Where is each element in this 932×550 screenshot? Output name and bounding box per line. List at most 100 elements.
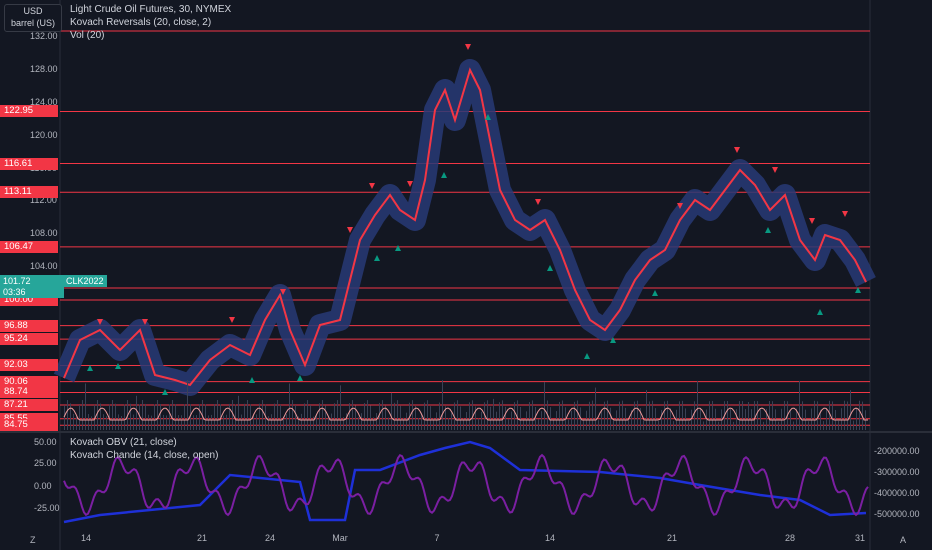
volume-bar [322, 400, 323, 430]
obv-axis-label: -500000.00 [874, 509, 920, 519]
volume-bar [379, 402, 380, 430]
chande-axis-label: 25.00 [34, 458, 57, 468]
volume-bar [679, 401, 680, 430]
currency-selector[interactable]: USD barrel (US) [4, 4, 62, 32]
volume-bar [325, 405, 326, 430]
volume-bar [100, 403, 101, 430]
volume-bar [733, 421, 734, 430]
volume-bar [619, 401, 620, 430]
volume-legend[interactable]: Vol (20) [70, 30, 104, 41]
volume-bar [505, 406, 506, 430]
price-chart[interactable] [0, 0, 932, 550]
volume-bar [628, 420, 629, 430]
volume-bar [604, 401, 605, 430]
volume-bar [595, 387, 596, 430]
volume-bar [511, 411, 512, 430]
volume-bar [772, 401, 773, 430]
time-tick-label: 7 [434, 533, 440, 543]
volume-bar [496, 411, 497, 430]
volume-bar [466, 412, 467, 430]
sell-marker [772, 167, 778, 173]
volume-bar [253, 415, 254, 430]
volume-bar [694, 401, 695, 430]
volume-bar [853, 420, 854, 430]
volume-bar [424, 402, 425, 430]
volume-bar [259, 403, 260, 430]
volume-bar [559, 401, 560, 430]
level-price-tag: 84.75 [0, 419, 58, 432]
volume-bar [310, 405, 311, 430]
volume-bar [811, 408, 812, 430]
level-price-tag: 87.21 [0, 399, 58, 412]
symbol-legend[interactable]: Light Crude Oil Futures, 30, NYMEX [70, 4, 231, 15]
obv-legend[interactable]: Kovach OBV (21, close) [70, 437, 177, 448]
volume-bar [715, 408, 716, 430]
volume-bar [64, 405, 65, 430]
volume-bar [91, 416, 92, 430]
volume-bar [487, 400, 488, 430]
level-price-tag: 106.47 [0, 240, 58, 253]
zoom-icon[interactable]: Z [30, 535, 36, 545]
volume-bar [538, 419, 539, 430]
volume-bar [658, 420, 659, 430]
buy-marker [765, 227, 771, 233]
volume-bar [799, 380, 800, 430]
volume-bar [331, 413, 332, 430]
volume-bar [703, 421, 704, 430]
volume-bar [739, 401, 740, 430]
auto-scale-button[interactable]: A [900, 535, 906, 545]
volume-bar [607, 400, 608, 430]
volume-bar [133, 414, 134, 430]
volume-bar [493, 398, 494, 430]
price-tick-label: 104.00 [30, 261, 58, 272]
volume-bar [700, 408, 701, 430]
volume-bar [295, 405, 296, 430]
volume-bar [307, 400, 308, 430]
volume-bar [784, 400, 785, 430]
reversals-legend[interactable]: Kovach Reversals (20, close, 2) [70, 17, 211, 28]
volume-bar [436, 412, 437, 430]
volume-bar [400, 405, 401, 430]
volume-bar [418, 417, 419, 430]
volume-bar [598, 420, 599, 430]
volume-bar [268, 416, 269, 430]
volume-bar [85, 383, 86, 430]
volume-bar [769, 400, 770, 430]
unit-label: barrel (US) [10, 18, 55, 28]
volume-bar [70, 403, 71, 430]
volume-bar [829, 400, 830, 430]
volume-bar [280, 404, 281, 430]
volume-bar [553, 419, 554, 430]
volume-bar [184, 404, 185, 430]
volume-bar [118, 414, 119, 430]
volume-bar [838, 420, 839, 430]
volume-bar [808, 421, 809, 430]
volume-bar [754, 401, 755, 430]
price-tick-label: 132.00 [30, 31, 58, 42]
volume-bar [844, 400, 845, 430]
volume-bar [448, 418, 449, 430]
volume-bar [430, 406, 431, 430]
volume-bar [613, 420, 614, 430]
volume-bar [856, 408, 857, 430]
level-price-tag: 92.03 [0, 359, 58, 372]
time-tick-label: 28 [784, 533, 796, 543]
volume-bar [106, 416, 107, 430]
volume-bar [814, 400, 815, 430]
volume-bar [178, 415, 179, 430]
volume-bar [478, 418, 479, 430]
sell-marker [229, 317, 235, 323]
volume-bar [319, 403, 320, 430]
volume-bar [328, 416, 329, 430]
volume-bar [73, 413, 74, 430]
volume-bar [235, 404, 236, 430]
volume-bar [358, 417, 359, 430]
volume-bar [370, 405, 371, 430]
buy-marker [115, 363, 121, 369]
chande-legend[interactable]: Kovach Chande (14, close, open) [70, 450, 218, 461]
volume-bar [181, 415, 182, 430]
volume-bar [211, 414, 212, 430]
volume-bar [652, 400, 653, 430]
sell-marker [465, 44, 471, 50]
volume-bar [397, 400, 398, 430]
